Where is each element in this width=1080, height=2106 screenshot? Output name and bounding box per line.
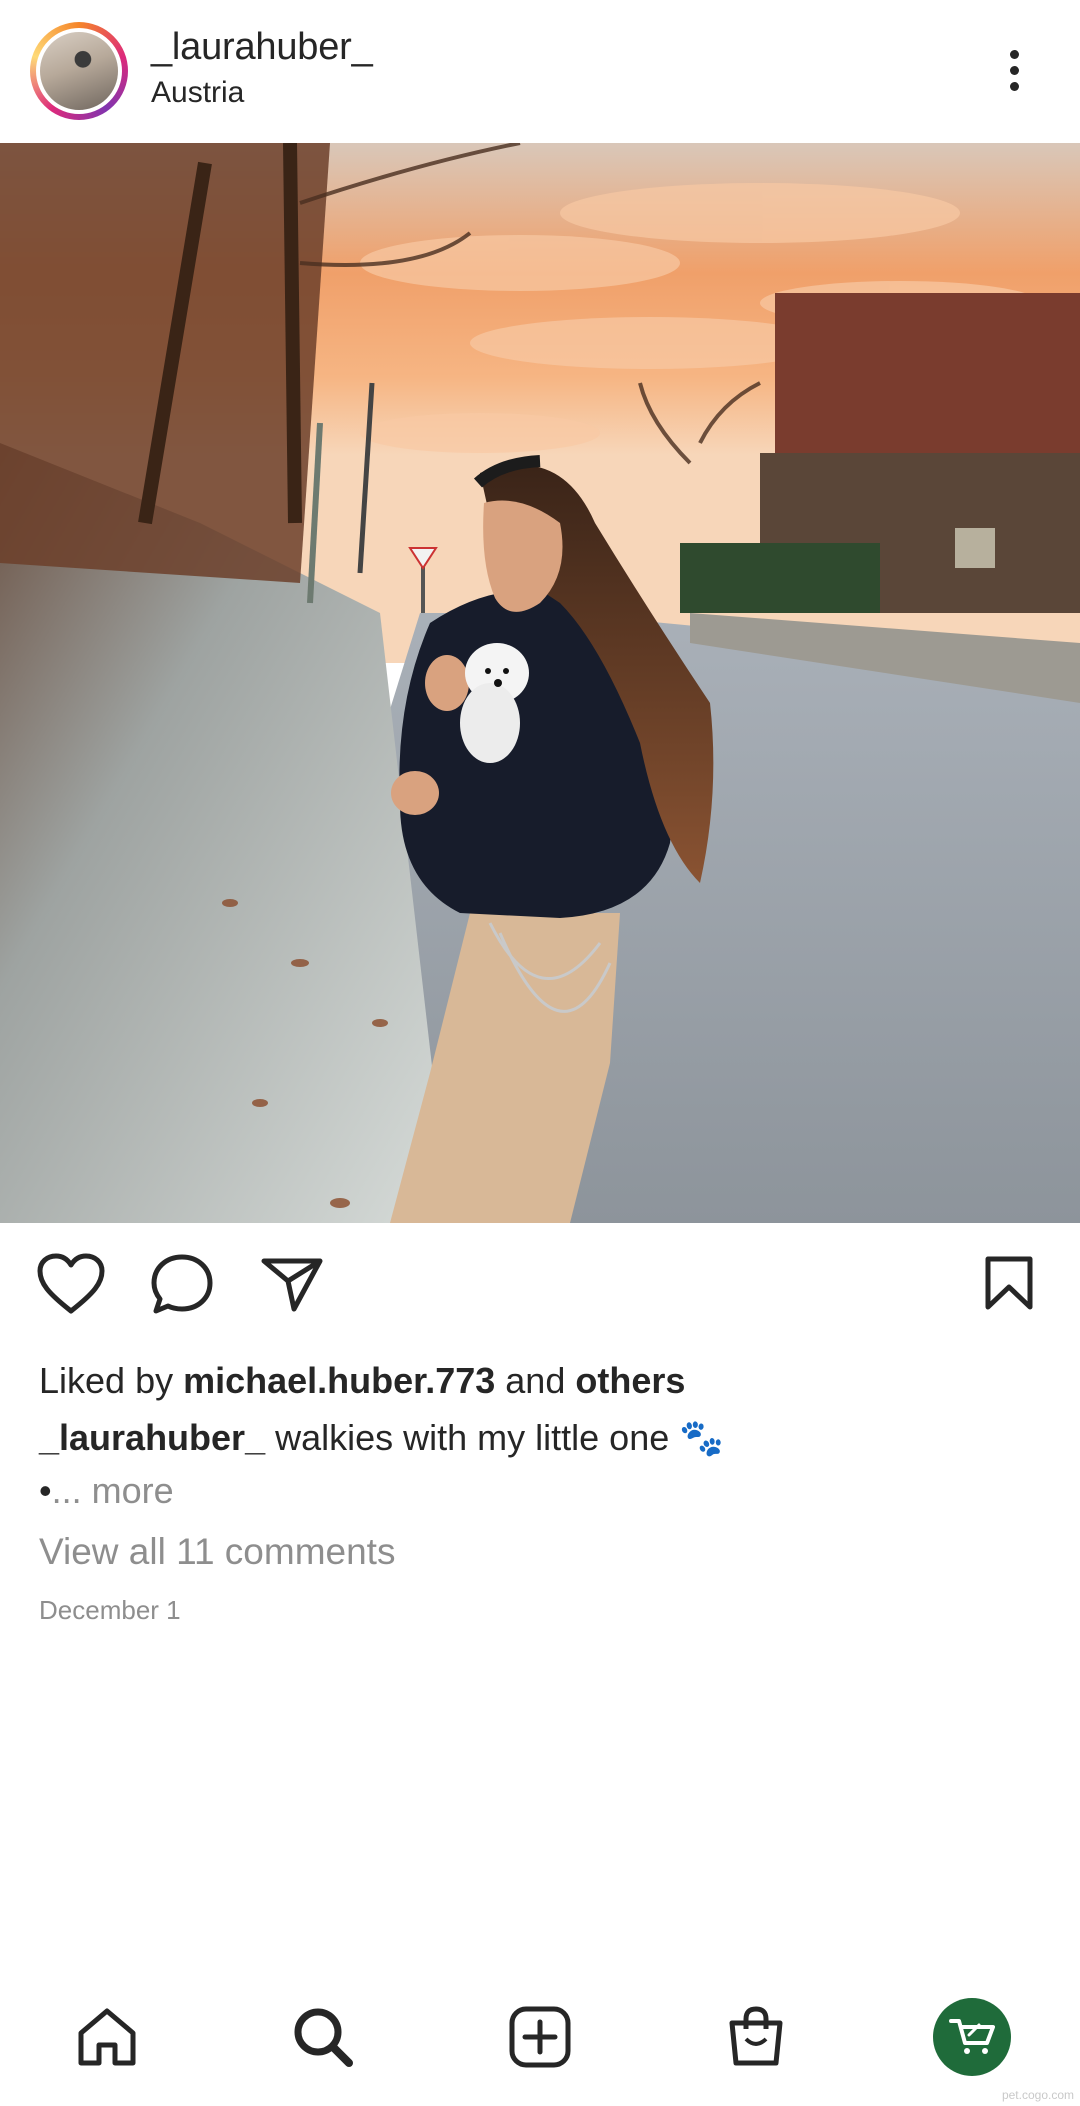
more-link[interactable]: ... more <box>52 1470 174 1511</box>
view-comments-link[interactable]: View all 11 comments <box>39 1531 395 1573</box>
caption-bullet: • <box>39 1470 52 1511</box>
avatar[interactable] <box>36 28 122 114</box>
watermark: pet.cogo.com <box>1001 2088 1074 2102</box>
likes-prefix: Liked by <box>39 1360 174 1401</box>
add-post-icon[interactable] <box>495 1992 585 2082</box>
post-action-bar <box>0 1223 1080 1353</box>
caption-more[interactable]: •... more <box>39 1470 174 1512</box>
post-caption: _laurahuber_ walkies with my little one … <box>39 1417 724 1459</box>
likes-line[interactable]: Liked by michael.huber.773 and others <box>39 1360 685 1402</box>
bottom-nav: pet.cogo.com <box>0 1970 1080 2106</box>
likes-and: and <box>505 1360 566 1401</box>
caption-text: walkies with my little one <box>275 1417 670 1458</box>
post-header: _laurahuber_ Austria <box>0 0 1080 143</box>
search-icon[interactable] <box>278 1992 368 2082</box>
comment-icon[interactable] <box>150 1253 214 1320</box>
share-icon[interactable] <box>260 1255 324 1318</box>
post-username[interactable]: _laurahuber_ <box>151 26 373 69</box>
story-ring[interactable] <box>30 22 128 120</box>
likes-others[interactable]: others <box>575 1360 685 1401</box>
cart-icon <box>949 2019 995 2054</box>
liked-by-user[interactable]: michael.huber.773 <box>183 1360 495 1401</box>
more-options-icon[interactable] <box>990 40 1038 100</box>
caption-username[interactable]: _laurahuber_ <box>39 1417 265 1458</box>
paw-prints-emoji: 🐾 <box>679 1417 725 1458</box>
post-date: December 1 <box>39 1595 181 1625</box>
post-photo[interactable] <box>0 143 1080 1223</box>
shop-fab[interactable] <box>933 1998 1011 2076</box>
heart-icon[interactable] <box>36 1253 106 1320</box>
shopping-bag-icon[interactable] <box>711 1992 801 2082</box>
post-location[interactable]: Austria <box>151 76 244 110</box>
shop-icon[interactable] <box>927 1992 1017 2082</box>
home-icon[interactable] <box>62 1992 152 2082</box>
bookmark-icon[interactable] <box>984 1255 1034 1316</box>
